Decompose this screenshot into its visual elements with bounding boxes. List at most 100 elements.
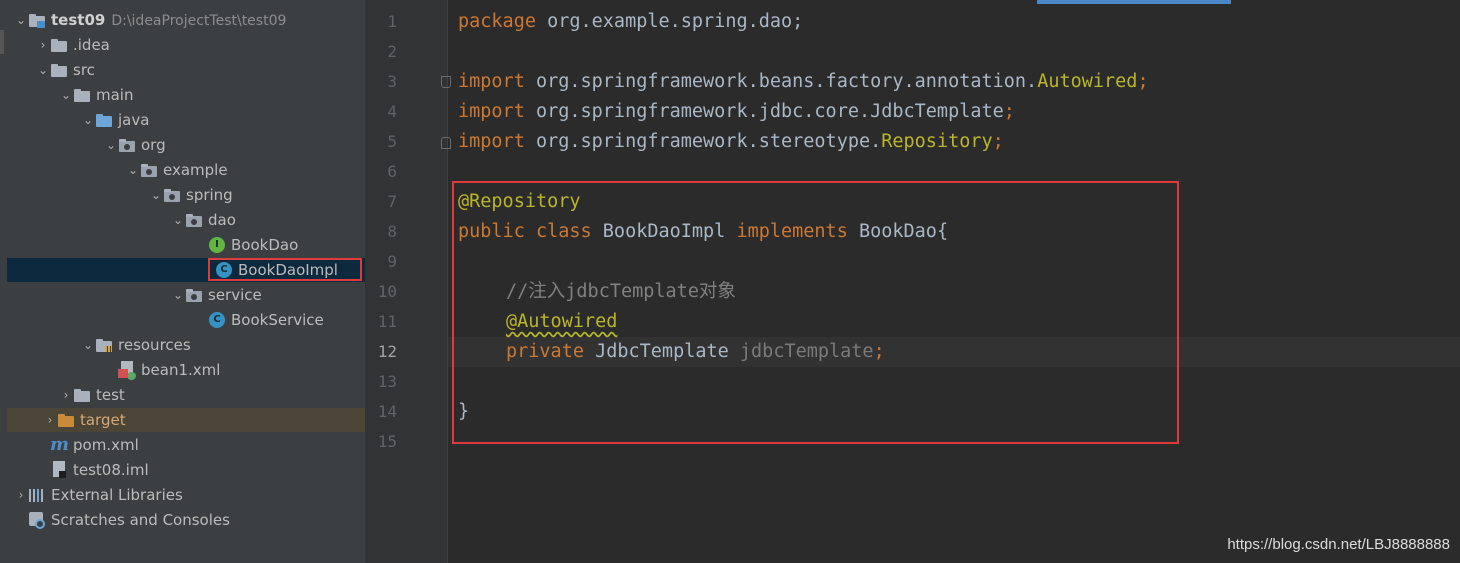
tree-item-org[interactable]: ⌄ org xyxy=(0,133,365,157)
folder-icon xyxy=(50,58,68,82)
chevron-down-icon[interactable]: ⌄ xyxy=(171,283,185,307)
excluded-folder-icon xyxy=(57,408,75,432)
tree-item-dao[interactable]: ⌄ dao xyxy=(0,208,365,232)
line-number: 1 xyxy=(387,12,397,31)
code-line-3[interactable]: import org.springframework.beans.factory… xyxy=(458,67,1149,97)
chevron-right-icon[interactable]: › xyxy=(36,33,50,57)
tree-item-label: test08.iml xyxy=(73,461,149,479)
tree-item-resources[interactable]: ⌄ resources xyxy=(0,333,365,357)
tree-item-label: example xyxy=(163,161,228,179)
package-icon xyxy=(163,183,181,207)
fold-marker-icon[interactable] xyxy=(441,137,451,149)
code-line-4[interactable]: import org.springframework.jdbc.core.Jdb… xyxy=(458,97,1015,127)
tree-item-bean1-xml[interactable]: bean1.xml xyxy=(0,358,365,382)
line-number: 3 xyxy=(387,72,397,91)
tree-item-label: test xyxy=(96,386,125,404)
line-number: 4 xyxy=(387,102,397,121)
package-icon xyxy=(185,208,203,232)
tree-item-label: .idea xyxy=(73,36,110,54)
code-text: org.springframework.beans.factory.annota… xyxy=(524,71,1038,92)
watermark: https://blog.csdn.net/LBJ8888888 xyxy=(1227,536,1450,553)
line-number: 10 xyxy=(377,282,397,301)
line-number: 5 xyxy=(387,132,397,151)
annotation-type: Repository xyxy=(881,131,993,152)
tree-highlight-box xyxy=(208,258,362,281)
line-number: 13 xyxy=(377,372,397,391)
line-number: 6 xyxy=(387,162,397,181)
chevron-down-icon[interactable]: ⌄ xyxy=(36,58,50,82)
tree-item-java[interactable]: ⌄ java xyxy=(0,108,365,132)
folder-icon xyxy=(73,83,91,107)
tree-item-label: main xyxy=(96,86,134,104)
tree-item-label: java xyxy=(118,111,150,129)
tree-item-bookservice[interactable]: C BookService xyxy=(0,308,365,332)
editor-highlight-box xyxy=(452,181,1179,444)
tree-item-label: BookDao xyxy=(231,236,299,254)
active-tab-indicator xyxy=(1037,0,1231,4)
scratches-icon xyxy=(28,508,46,532)
code-line-5[interactable]: import org.springframework.stereotype.Re… xyxy=(458,127,1004,157)
tree-item-label: External Libraries xyxy=(51,486,183,504)
code-text: org.springframework.jdbc.core.JdbcTempla… xyxy=(524,101,1004,122)
module-file-icon xyxy=(50,458,68,482)
tree-item-label: test09 xyxy=(51,11,106,29)
line-number: 14 xyxy=(377,402,397,421)
line-number-current: 12 xyxy=(377,342,397,361)
folder-icon xyxy=(73,383,91,407)
fold-marker-icon[interactable] xyxy=(441,76,451,88)
semicolon: ; xyxy=(992,131,1004,152)
tree-item-label: target xyxy=(80,411,126,429)
tree-item-label: bean1.xml xyxy=(141,361,221,379)
code-line-1[interactable]: package org.example.spring.dao; xyxy=(458,7,803,37)
tree-item-idea[interactable]: › .idea xyxy=(0,33,365,57)
chevron-down-icon[interactable]: ⌄ xyxy=(14,8,28,32)
line-number: 9 xyxy=(387,252,397,271)
libraries-icon xyxy=(28,483,46,507)
line-number: 2 xyxy=(387,42,397,61)
chevron-right-icon[interactable]: › xyxy=(43,408,57,432)
folder-icon xyxy=(50,33,68,57)
tree-item-label: BookService xyxy=(231,311,324,329)
tree-item-test08-iml[interactable]: test08.iml xyxy=(0,458,365,482)
tree-item-main[interactable]: ⌄ main xyxy=(0,83,365,107)
tree-item-service[interactable]: ⌄ service xyxy=(0,283,365,307)
interface-icon: I xyxy=(208,233,226,257)
tree-item-bookdao[interactable]: I BookDao xyxy=(0,233,365,257)
chevron-down-icon[interactable]: ⌄ xyxy=(149,183,163,207)
chevron-down-icon[interactable]: ⌄ xyxy=(171,208,185,232)
line-number: 7 xyxy=(387,192,397,211)
tree-item-label: Scratches and Consoles xyxy=(51,511,230,529)
chevron-down-icon[interactable]: ⌄ xyxy=(81,333,95,357)
chevron-right-icon[interactable]: › xyxy=(14,483,28,507)
chevron-down-icon[interactable]: ⌄ xyxy=(81,108,95,132)
tree-item-spring[interactable]: ⌄ spring xyxy=(0,183,365,207)
chevron-down-icon[interactable]: ⌄ xyxy=(126,158,140,182)
project-path: D:\ideaProjectTest\test09 xyxy=(111,13,287,29)
tree-item-test[interactable]: › test xyxy=(0,383,365,407)
code-text: org.springframework.stereotype. xyxy=(524,131,882,152)
module-folder-icon xyxy=(28,8,46,32)
tree-item-target[interactable]: › target xyxy=(7,408,365,432)
tree-item-test09[interactable]: ⌄ test09 D:\ideaProjectTest\test09 xyxy=(0,8,365,32)
keyword: package xyxy=(458,11,536,32)
package-icon xyxy=(118,133,136,157)
line-number: 8 xyxy=(387,222,397,241)
code-text: org.example.spring.dao; xyxy=(535,11,804,32)
chevron-right-icon[interactable]: › xyxy=(59,383,73,407)
tree-item-pom-xml[interactable]: m pom.xml xyxy=(0,433,365,457)
chevron-down-icon[interactable]: ⌄ xyxy=(104,133,118,157)
chevron-down-icon[interactable]: ⌄ xyxy=(59,83,73,107)
keyword: import xyxy=(458,131,525,152)
line-number: 15 xyxy=(377,432,397,451)
semicolon: ; xyxy=(1003,101,1015,122)
tree-item-src[interactable]: ⌄ src xyxy=(0,58,365,82)
tree-item-scratches[interactable]: Scratches and Consoles xyxy=(0,508,365,532)
tree-item-external-libraries[interactable]: › External Libraries xyxy=(0,483,365,507)
class-icon: C xyxy=(208,308,226,332)
line-number: 11 xyxy=(377,312,397,331)
tree-item-label: dao xyxy=(208,211,236,229)
maven-icon: m xyxy=(50,434,70,455)
tree-item-example[interactable]: ⌄ example xyxy=(0,158,365,182)
tree-item-label: pom.xml xyxy=(73,436,139,454)
tree-item-label: org xyxy=(141,136,166,154)
